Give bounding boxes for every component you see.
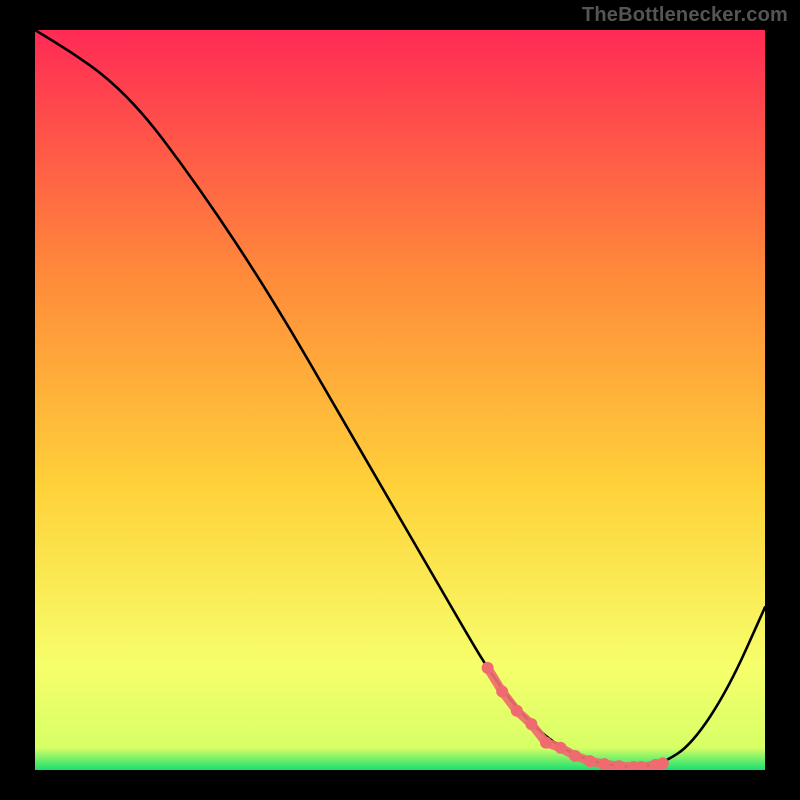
marker-dot	[657, 757, 669, 769]
marker-dot	[525, 718, 537, 730]
marker-dot	[555, 742, 567, 754]
watermark-text: TheBottlenecker.com	[582, 4, 788, 27]
marker-dot	[540, 737, 552, 749]
chart-svg	[35, 30, 765, 770]
marker-dot	[496, 686, 508, 698]
marker-dot	[569, 750, 581, 762]
marker-dot	[511, 705, 523, 717]
plot-area	[35, 30, 765, 770]
marker-dot	[584, 755, 596, 767]
marker-dot	[482, 662, 494, 674]
marker-dot	[598, 758, 610, 770]
chart-container: TheBottlenecker.com	[0, 0, 800, 800]
gradient-background	[35, 30, 765, 770]
